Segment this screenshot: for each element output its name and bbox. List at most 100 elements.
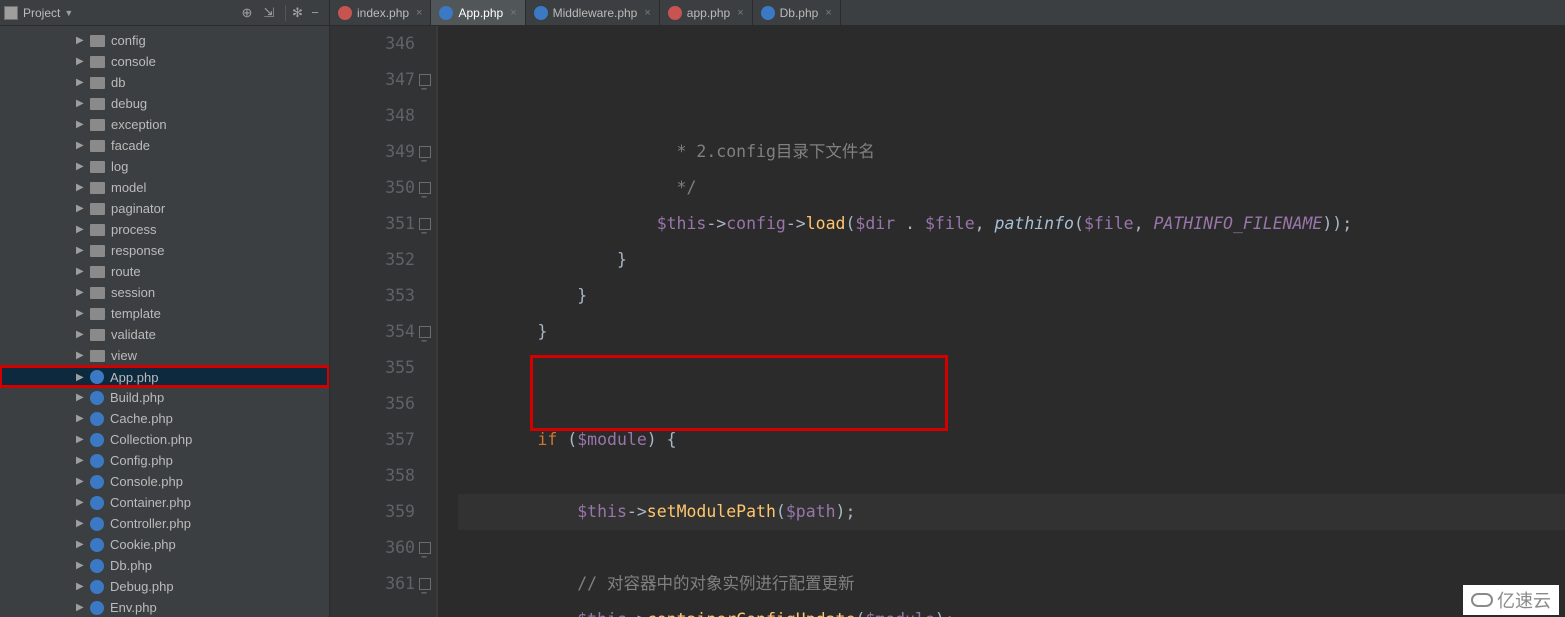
sidebar-title[interactable]: Project — [23, 6, 60, 20]
line-number[interactable]: 351 — [330, 206, 415, 242]
line-number[interactable]: 349 — [330, 134, 415, 170]
chevron-right-icon[interactable]: ▶ — [76, 324, 86, 345]
folder-process[interactable]: ▶process — [0, 219, 329, 240]
line-number[interactable]: 348 — [330, 98, 415, 134]
collapse-all-icon[interactable]: ⇲ — [261, 5, 277, 21]
close-icon[interactable]: × — [825, 7, 831, 19]
folder-route[interactable]: ▶route — [0, 261, 329, 282]
chevron-right-icon[interactable]: ▶ — [76, 534, 86, 555]
code-line[interactable] — [458, 530, 1565, 566]
code-line[interactable]: } — [458, 242, 1565, 278]
code-line[interactable]: $this->setModulePath($path); — [458, 494, 1565, 530]
chevron-right-icon[interactable]: ▶ — [76, 93, 86, 114]
line-number[interactable]: 352 — [330, 242, 415, 278]
tab-App-php[interactable]: App.php× — [431, 0, 525, 25]
close-icon[interactable]: × — [510, 7, 516, 19]
close-icon[interactable]: × — [644, 7, 650, 19]
file-Console-php[interactable]: ▶Console.php — [0, 471, 329, 492]
chevron-down-icon[interactable]: ▼ — [64, 8, 73, 18]
file-Debug-php[interactable]: ▶Debug.php — [0, 576, 329, 597]
line-number[interactable]: 359 — [330, 494, 415, 530]
chevron-right-icon[interactable]: ▶ — [76, 408, 86, 429]
file-Collection-php[interactable]: ▶Collection.php — [0, 429, 329, 450]
code-line[interactable]: if ($module) { — [458, 422, 1565, 458]
project-sidebar[interactable]: Project ▼ ⊕ ⇲ ✻ − ▶config▶console▶db▶deb… — [0, 0, 330, 617]
code-line[interactable]: $this->containerConfigUpdate($module); — [458, 602, 1565, 617]
chevron-right-icon[interactable]: ▶ — [76, 51, 86, 72]
file-Config-php[interactable]: ▶Config.php — [0, 450, 329, 471]
tab-index-php[interactable]: index.php× — [330, 0, 431, 25]
chevron-right-icon[interactable]: ▶ — [76, 367, 86, 388]
folder-validate[interactable]: ▶validate — [0, 324, 329, 345]
close-icon[interactable]: × — [737, 7, 743, 19]
chevron-right-icon[interactable]: ▶ — [76, 576, 86, 597]
tab-Middleware-php[interactable]: Middleware.php× — [526, 0, 660, 25]
chevron-right-icon[interactable]: ▶ — [76, 198, 86, 219]
chevron-right-icon[interactable]: ▶ — [76, 450, 86, 471]
fold-handle-icon[interactable] — [419, 146, 431, 158]
code-line[interactable] — [458, 386, 1565, 422]
file-App-php[interactable]: ▶App.php — [0, 366, 329, 387]
locate-icon[interactable]: ⊕ — [239, 5, 255, 21]
line-number[interactable]: 354 — [330, 314, 415, 350]
folder-log[interactable]: ▶log — [0, 156, 329, 177]
line-number[interactable]: 353 — [330, 278, 415, 314]
chevron-right-icon[interactable]: ▶ — [76, 72, 86, 93]
folder-response[interactable]: ▶response — [0, 240, 329, 261]
hide-icon[interactable]: − — [307, 5, 323, 21]
chevron-right-icon[interactable]: ▶ — [76, 177, 86, 198]
folder-facade[interactable]: ▶facade — [0, 135, 329, 156]
folder-session[interactable]: ▶session — [0, 282, 329, 303]
folder-db[interactable]: ▶db — [0, 72, 329, 93]
folder-view[interactable]: ▶view — [0, 345, 329, 366]
file-Cookie-php[interactable]: ▶Cookie.php — [0, 534, 329, 555]
line-number[interactable]: 347 — [330, 62, 415, 98]
fold-handle-icon[interactable] — [419, 542, 431, 554]
line-number[interactable]: 350 — [330, 170, 415, 206]
folder-template[interactable]: ▶template — [0, 303, 329, 324]
chevron-right-icon[interactable]: ▶ — [76, 345, 86, 366]
chevron-right-icon[interactable]: ▶ — [76, 219, 86, 240]
code-line[interactable] — [458, 350, 1565, 386]
file-Cache-php[interactable]: ▶Cache.php — [0, 408, 329, 429]
folder-model[interactable]: ▶model — [0, 177, 329, 198]
folder-debug[interactable]: ▶debug — [0, 93, 329, 114]
line-number[interactable]: 360 — [330, 530, 415, 566]
editor-tabs[interactable]: index.php×App.php×Middleware.php×app.php… — [330, 0, 1565, 26]
chevron-right-icon[interactable]: ▶ — [76, 387, 86, 408]
chevron-right-icon[interactable]: ▶ — [76, 114, 86, 135]
line-number[interactable]: 361 — [330, 566, 415, 602]
close-icon[interactable]: × — [416, 7, 422, 19]
fold-handle-icon[interactable] — [419, 182, 431, 194]
project-tree[interactable]: ▶config▶console▶db▶debug▶exception▶facad… — [0, 26, 329, 617]
chevron-right-icon[interactable]: ▶ — [76, 555, 86, 576]
tab-Db-php[interactable]: Db.php× — [753, 0, 841, 25]
chevron-right-icon[interactable]: ▶ — [76, 240, 86, 261]
file-Env-php[interactable]: ▶Env.php — [0, 597, 329, 617]
chevron-right-icon[interactable]: ▶ — [76, 471, 86, 492]
folder-paginator[interactable]: ▶paginator — [0, 198, 329, 219]
chevron-right-icon[interactable]: ▶ — [76, 30, 86, 51]
file-Db-php[interactable]: ▶Db.php — [0, 555, 329, 576]
chevron-right-icon[interactable]: ▶ — [76, 492, 86, 513]
code-line[interactable]: } — [458, 278, 1565, 314]
line-number[interactable]: 355 — [330, 350, 415, 386]
code-line[interactable]: } — [458, 314, 1565, 350]
line-number[interactable]: 356 — [330, 386, 415, 422]
code-line[interactable]: $this->config->load($dir . $file, pathin… — [458, 206, 1565, 242]
chevron-right-icon[interactable]: ▶ — [76, 303, 86, 324]
folder-console[interactable]: ▶console — [0, 51, 329, 72]
chevron-right-icon[interactable]: ▶ — [76, 597, 86, 617]
chevron-right-icon[interactable]: ▶ — [76, 282, 86, 303]
code-line[interactable]: // 对容器中的对象实例进行配置更新 — [458, 566, 1565, 602]
code-area[interactable]: 3463473483493503513523533543553563573583… — [330, 26, 1565, 617]
fold-handle-icon[interactable] — [419, 578, 431, 590]
chevron-right-icon[interactable]: ▶ — [76, 135, 86, 156]
chevron-right-icon[interactable]: ▶ — [76, 429, 86, 450]
chevron-right-icon[interactable]: ▶ — [76, 156, 86, 177]
fold-handle-icon[interactable] — [419, 218, 431, 230]
chevron-right-icon[interactable]: ▶ — [76, 261, 86, 282]
fold-handle-icon[interactable] — [419, 326, 431, 338]
folder-config[interactable]: ▶config — [0, 30, 329, 51]
file-Build-php[interactable]: ▶Build.php — [0, 387, 329, 408]
